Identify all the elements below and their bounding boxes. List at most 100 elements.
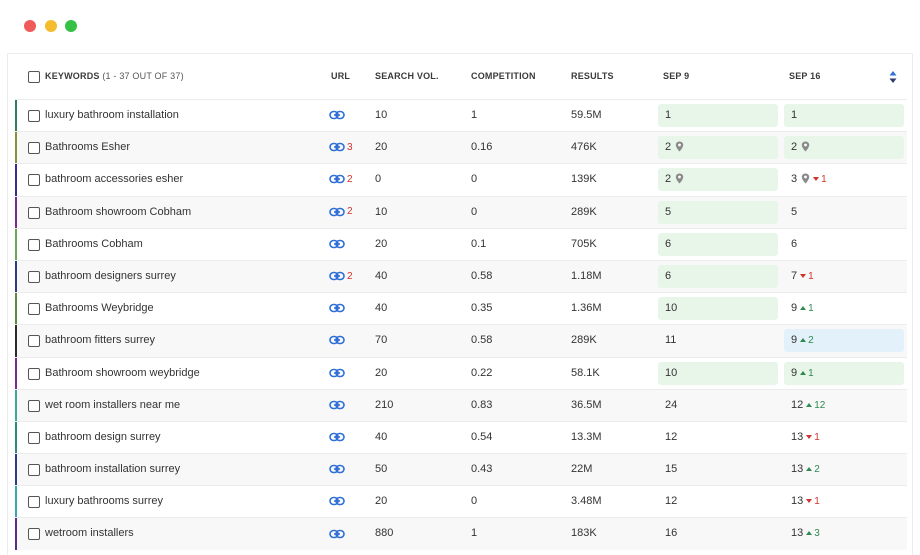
table-row[interactable]: Bathrooms Weybridge 40 0.35 1.36M 10 9 1: [15, 292, 907, 325]
position-change: 1: [800, 368, 814, 379]
row-checkbox[interactable]: [28, 206, 40, 219]
results-cell: 58.1K: [571, 366, 600, 379]
sep9-position-cell[interactable]: 2: [658, 136, 778, 160]
results-column-header[interactable]: RESULTS: [571, 71, 614, 81]
row-checkbox[interactable]: [28, 110, 40, 122]
row-checkbox[interactable]: [28, 431, 40, 444]
url-cell[interactable]: 2: [329, 173, 353, 185]
results-cell: 139K: [571, 173, 597, 186]
sep9-position-cell[interactable]: 5: [658, 200, 778, 224]
arrow-down-icon: [806, 499, 813, 504]
url-cell[interactable]: 2: [329, 270, 353, 282]
table-row[interactable]: luxury bathroom installation 10 1 59.5M 1 1: [15, 99, 907, 132]
row-checkbox[interactable]: [28, 399, 40, 412]
link-icon: [329, 336, 345, 345]
url-cell[interactable]: [329, 527, 345, 539]
sep9-position-cell[interactable]: 15: [658, 458, 778, 481]
row-checkbox[interactable]: [28, 496, 40, 509]
row-checkbox[interactable]: [28, 142, 40, 155]
competition-cell: 0.83: [471, 398, 493, 411]
competition-column-header[interactable]: COMPETITION: [471, 71, 536, 81]
search-vol-cell: 50: [375, 463, 388, 476]
sep9-position: 6: [665, 237, 672, 250]
table-row[interactable]: bathroom fitters surrey 70 0.58 289K 11 9 2: [15, 324, 907, 357]
keywords-column-header[interactable]: KEYWORDS (1 - 37 OUT OF 37): [45, 71, 184, 81]
arrow-up-icon: [806, 402, 813, 407]
row-checkbox[interactable]: [28, 303, 40, 316]
maximize-window-button[interactable]: [65, 20, 77, 32]
table-row[interactable]: bathroom accessories esher 2 0 0 139K 2 3 1: [15, 163, 907, 196]
table-row[interactable]: wetroom installers 880 1 183K 16 13 3: [15, 517, 907, 550]
sep9-position-cell[interactable]: 16: [658, 522, 778, 545]
url-cell[interactable]: [329, 109, 345, 121]
sep16-position-cell[interactable]: 5: [784, 201, 904, 224]
sep16-position-cell[interactable]: 71: [784, 265, 904, 288]
url-cell[interactable]: [329, 495, 345, 507]
close-window-button[interactable]: [24, 20, 36, 32]
url-cell[interactable]: [329, 367, 345, 379]
sep16-column-header[interactable]: SEP 16: [789, 71, 821, 81]
table-row[interactable]: luxury bathrooms surrey 20 0 3.48M 12 13 1: [15, 485, 907, 518]
sep9-position-cell[interactable]: 10: [658, 361, 778, 385]
sep16-position-cell[interactable]: 92: [784, 329, 904, 353]
sep16-position-cell[interactable]: 91: [784, 297, 904, 320]
search-vol-column-header[interactable]: SEARCH VOL.: [375, 71, 439, 81]
row-checkbox[interactable]: [28, 174, 40, 187]
link-icon: [329, 110, 345, 120]
url-cell[interactable]: 3: [329, 141, 353, 153]
table-row[interactable]: Bathrooms Esher 3 20 0.16 476K 2 2: [15, 131, 907, 164]
table-row[interactable]: wet room installers near me 210 0.83 36.5M 2…: [15, 388, 907, 421]
results-cell: 22M: [571, 463, 593, 476]
row-checkbox[interactable]: [28, 367, 40, 380]
table-row[interactable]: Bathrooms Cobham 20 0.1 705K 6 6: [15, 227, 907, 260]
sep9-position-cell[interactable]: 2: [658, 168, 778, 192]
keyword-cell: bathroom installation surrey: [45, 463, 181, 476]
row-checkbox[interactable]: [28, 335, 40, 348]
sep16-position: 5: [791, 205, 798, 218]
sep16-position-cell[interactable]: 91: [784, 361, 904, 385]
sep16-position-cell[interactable]: 13 1: [784, 490, 904, 513]
sep9-position-cell[interactable]: 6: [658, 232, 778, 256]
select-all-checkbox[interactable]: [28, 71, 40, 83]
url-cell[interactable]: 2: [329, 206, 353, 218]
url-cell[interactable]: [329, 463, 345, 475]
sep9-position-cell[interactable]: 12: [658, 490, 778, 513]
sep9-position-cell[interactable]: 1: [658, 104, 778, 127]
sep16-position-cell[interactable]: 6: [784, 233, 904, 256]
row-checkbox[interactable]: [28, 528, 40, 541]
row-color-bar: [15, 389, 17, 421]
url-cell[interactable]: [329, 334, 345, 346]
row-checkbox[interactable]: [28, 270, 40, 283]
sep16-position-cell[interactable]: 1: [784, 104, 904, 127]
sep9-position-cell[interactable]: 11: [658, 329, 778, 352]
url-cell[interactable]: [329, 431, 345, 443]
table-row[interactable]: Bathroom showroom Cobham 2 10 0 289K 5 5: [15, 195, 907, 228]
sep16-position-cell[interactable]: 13 2: [784, 458, 904, 481]
sep9-position-cell[interactable]: 24: [658, 394, 778, 417]
competition-cell: 0: [471, 205, 478, 218]
sep16-position-cell[interactable]: 2: [784, 136, 904, 160]
url-cell[interactable]: [329, 302, 345, 314]
table-row[interactable]: bathroom design surrey 40 0.54 13.3M 12 13 1: [15, 420, 907, 454]
sep16-position-cell[interactable]: 13 1: [784, 426, 904, 449]
sort-icon[interactable]: [888, 69, 898, 85]
url-column-header[interactable]: URL: [331, 71, 350, 81]
sep9-position-cell[interactable]: 12: [658, 426, 778, 449]
sep9-position: 12: [665, 430, 678, 443]
sep16-position-cell[interactable]: 31: [784, 168, 904, 191]
sep9-position-cell[interactable]: 10: [658, 297, 778, 321]
minimize-window-button[interactable]: [45, 20, 57, 32]
row-checkbox[interactable]: [28, 464, 40, 477]
url-cell[interactable]: [329, 399, 345, 411]
sep9-position: 2: [665, 141, 672, 154]
table-row[interactable]: bathroom installation surrey 50 0.43 22M 15 1…: [15, 453, 907, 486]
sep9-position-cell[interactable]: 6: [658, 264, 778, 288]
sep16-position-cell[interactable]: 13 3: [784, 522, 904, 545]
sep9-column-header[interactable]: SEP 9: [663, 71, 689, 81]
table-row[interactable]: bathroom designers surrey 2 40 0.58 1.18M 6 7 1: [15, 259, 907, 293]
row-checkbox[interactable]: [28, 238, 40, 251]
sep16-position-cell[interactable]: 12 12: [784, 394, 904, 417]
search-vol-cell: 20: [375, 141, 388, 154]
table-row[interactable]: Bathroom showroom weybridge 20 0.22 58.1K 10…: [15, 356, 907, 389]
url-cell[interactable]: [329, 238, 345, 250]
